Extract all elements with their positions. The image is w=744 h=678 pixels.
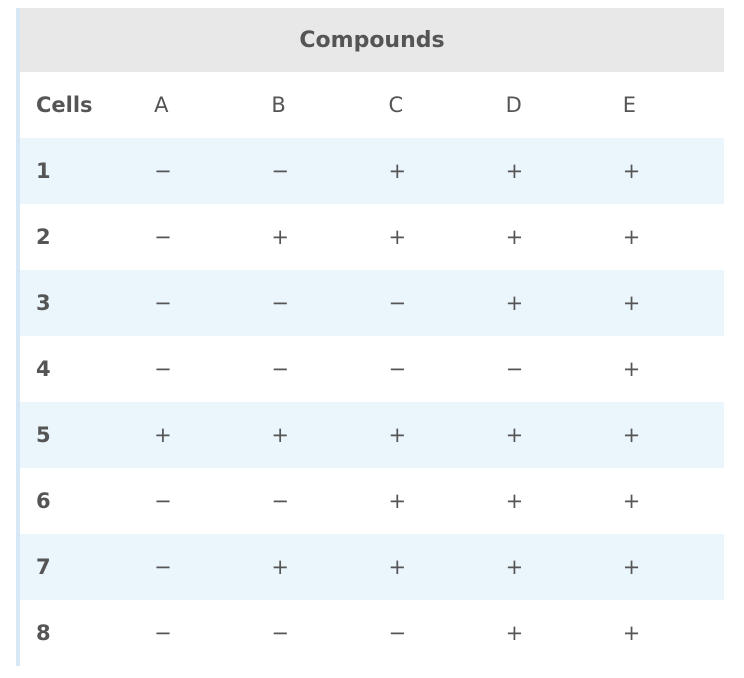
table-row: 1− − + + + — [20, 138, 724, 204]
result-c: + — [372, 468, 490, 534]
cell-id: 8 — [20, 600, 139, 666]
table-row: 7− + + + + — [20, 534, 724, 600]
cell-id: 5 — [20, 402, 139, 468]
column-header-a: A — [138, 72, 256, 138]
result-c: − — [372, 600, 490, 666]
result-d: − — [489, 336, 607, 402]
result-a: − — [138, 534, 256, 600]
table-row: 5 + + + + + — [20, 402, 724, 468]
cell-id: 7 — [20, 534, 139, 600]
result-d: + — [489, 204, 607, 270]
result-b: + — [255, 534, 373, 600]
table-row: 8− − − + + — [20, 600, 724, 666]
compounds-table-container: Compounds Cells A B C D E 1− − + + +2− + + + +3−… — [16, 8, 728, 666]
cell-id: 6 — [20, 468, 139, 534]
result-c: − — [372, 336, 490, 402]
result-b: + — [255, 402, 373, 468]
result-a: − — [138, 468, 256, 534]
result-e: + — [606, 534, 724, 600]
column-header-cells: Cells — [20, 72, 139, 138]
result-c: + — [372, 204, 490, 270]
compounds-table: Compounds Cells A B C D E 1− − + + +2− + + + +3−… — [20, 8, 724, 666]
table-row: 6− − + + + — [20, 468, 724, 534]
result-e: + — [606, 270, 724, 336]
result-a: − — [138, 204, 256, 270]
column-header-e: E — [606, 72, 724, 138]
cell-id: 3 — [20, 270, 139, 336]
table-row: 4− − − − + — [20, 336, 724, 402]
cell-id: 4 — [20, 336, 139, 402]
column-header-d: D — [489, 72, 607, 138]
result-e: + — [606, 138, 724, 204]
result-e: + — [606, 204, 724, 270]
result-b: − — [255, 600, 373, 666]
result-d: + — [489, 138, 607, 204]
result-d: + — [489, 600, 607, 666]
result-e: + — [606, 402, 724, 468]
result-e: + — [606, 336, 724, 402]
cell-id: 1 — [20, 138, 139, 204]
result-c: + — [372, 534, 490, 600]
result-c: + — [372, 138, 490, 204]
result-a: − — [138, 336, 256, 402]
group-header-compounds: Compounds — [20, 8, 724, 72]
result-a: − — [138, 270, 256, 336]
column-header-b: B — [255, 72, 373, 138]
result-b: − — [255, 138, 373, 204]
result-a: − — [138, 138, 256, 204]
result-b: − — [255, 270, 373, 336]
result-d: + — [489, 534, 607, 600]
column-header-c: C — [372, 72, 490, 138]
table-row: 2− + + + + — [20, 204, 724, 270]
result-b: + — [255, 204, 373, 270]
result-d: + — [489, 468, 607, 534]
cell-id: 2 — [20, 204, 139, 270]
table-row: 3− − − + + — [20, 270, 724, 336]
result-e: + — [606, 600, 724, 666]
result-c: − — [372, 270, 490, 336]
column-header-row: Cells A B C D E — [20, 72, 724, 138]
result-e: + — [606, 468, 724, 534]
result-d: + — [489, 402, 607, 468]
result-b: − — [255, 468, 373, 534]
result-c: + — [372, 402, 490, 468]
result-a: + — [138, 402, 256, 468]
result-a: − — [138, 600, 256, 666]
result-b: − — [255, 336, 373, 402]
group-header-row: Compounds — [20, 8, 724, 72]
result-d: + — [489, 270, 607, 336]
